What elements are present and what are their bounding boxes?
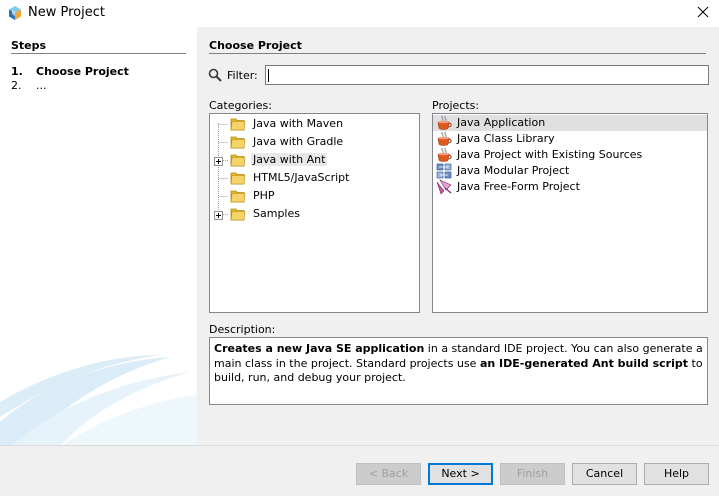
folder-icon <box>230 134 246 150</box>
help-button[interactable]: Help <box>644 463 709 485</box>
window-title: New Project <box>28 5 105 20</box>
categories-label: Categories: <box>209 99 272 112</box>
category-php[interactable]: PHP <box>210 187 419 205</box>
folder-icon <box>230 188 246 204</box>
netbeans-cube-icon <box>7 5 23 21</box>
folder-icon <box>230 116 246 132</box>
description-text: Creates a new Java SE application in a s… <box>209 337 708 405</box>
description-bold-2: an IDE-generated Ant build script <box>479 356 689 370</box>
filter-label: Filter: <box>227 69 258 82</box>
close-icon <box>697 6 709 18</box>
expand-plus-icon[interactable] <box>214 210 223 220</box>
category-java-with-ant[interactable]: Java with Ant <box>210 151 419 169</box>
steps-divider <box>11 53 186 54</box>
category-label: Java with Gradle <box>253 135 344 148</box>
title-divider <box>209 53 706 54</box>
category-samples[interactable]: Samples <box>210 205 419 223</box>
project-label: Java Application <box>457 116 546 129</box>
step-1: 1. Choose Project <box>11 65 129 78</box>
steps-pane: Steps 1. Choose Project 2.... <box>0 27 197 445</box>
category-java-with-gradle[interactable]: Java with Gradle <box>210 133 419 151</box>
cancel-button[interactable]: Cancel <box>572 463 637 485</box>
coffee-cup-icon <box>436 115 452 131</box>
next-button[interactable]: Next > <box>428 463 493 485</box>
category-label: HTML5/JavaScript <box>253 171 350 184</box>
description-bold-1: Creates a new Java SE application <box>214 342 425 355</box>
project-label: Java Project with Existing Sources <box>457 148 643 161</box>
button-bar: < Back Next > Finish Cancel Help <box>0 445 719 496</box>
modules-icon <box>436 163 452 179</box>
project-java-modular[interactable]: Java Modular Project <box>433 163 707 179</box>
expand-plus-icon[interactable] <box>214 156 223 166</box>
projects-label: Projects: <box>432 99 480 112</box>
step-number: 2. <box>11 79 22 92</box>
project-java-existing-sources[interactable]: Java Project with Existing Sources <box>433 147 707 163</box>
project-label: Java Free-Form Project <box>457 180 580 193</box>
text-caret <box>268 69 269 82</box>
step-number: 1. <box>11 65 23 78</box>
freeform-icon <box>436 179 452 195</box>
folder-icon <box>230 206 246 222</box>
categories-tree[interactable]: Java with Maven Java with Gradle Java wi… <box>209 113 420 313</box>
title-bar: New Project <box>0 0 719 27</box>
main-pane: Choose Project Filter: Categories: Proje… <box>197 27 719 445</box>
project-java-freeform[interactable]: Java Free-Form Project <box>433 179 707 195</box>
close-button[interactable] <box>689 0 719 25</box>
category-html5-javascript[interactable]: HTML5/JavaScript <box>210 169 419 187</box>
project-java-class-library[interactable]: Java Class Library <box>433 131 707 147</box>
filter-input[interactable] <box>265 65 709 85</box>
step-label: ... <box>36 79 47 92</box>
project-label: Java Class Library <box>457 132 555 145</box>
category-label: PHP <box>253 189 275 202</box>
page-title: Choose Project <box>209 39 302 52</box>
coffee-cup-icon <box>436 131 452 147</box>
category-java-with-maven[interactable]: Java with Maven <box>210 115 419 133</box>
search-icon <box>208 68 222 85</box>
project-java-application[interactable]: Java Application <box>433 115 707 131</box>
folder-icon <box>230 152 246 168</box>
project-label: Java Modular Project <box>457 164 570 177</box>
description-label: Description: <box>209 323 276 336</box>
finish-button[interactable]: Finish <box>500 463 565 485</box>
decorative-swoosh <box>0 355 197 445</box>
step-label: Choose Project <box>36 65 129 78</box>
projects-list[interactable]: Java Application Java Class Library Java… <box>432 113 708 313</box>
coffee-cup-icon <box>436 147 452 163</box>
folder-icon <box>230 170 246 186</box>
category-label: Java with Maven <box>253 117 344 130</box>
back-button[interactable]: < Back <box>356 463 421 485</box>
steps-title: Steps <box>11 39 47 52</box>
category-label: Java with Ant <box>251 153 328 166</box>
category-label: Samples <box>253 207 300 220</box>
step-2: 2.... <box>11 79 47 92</box>
